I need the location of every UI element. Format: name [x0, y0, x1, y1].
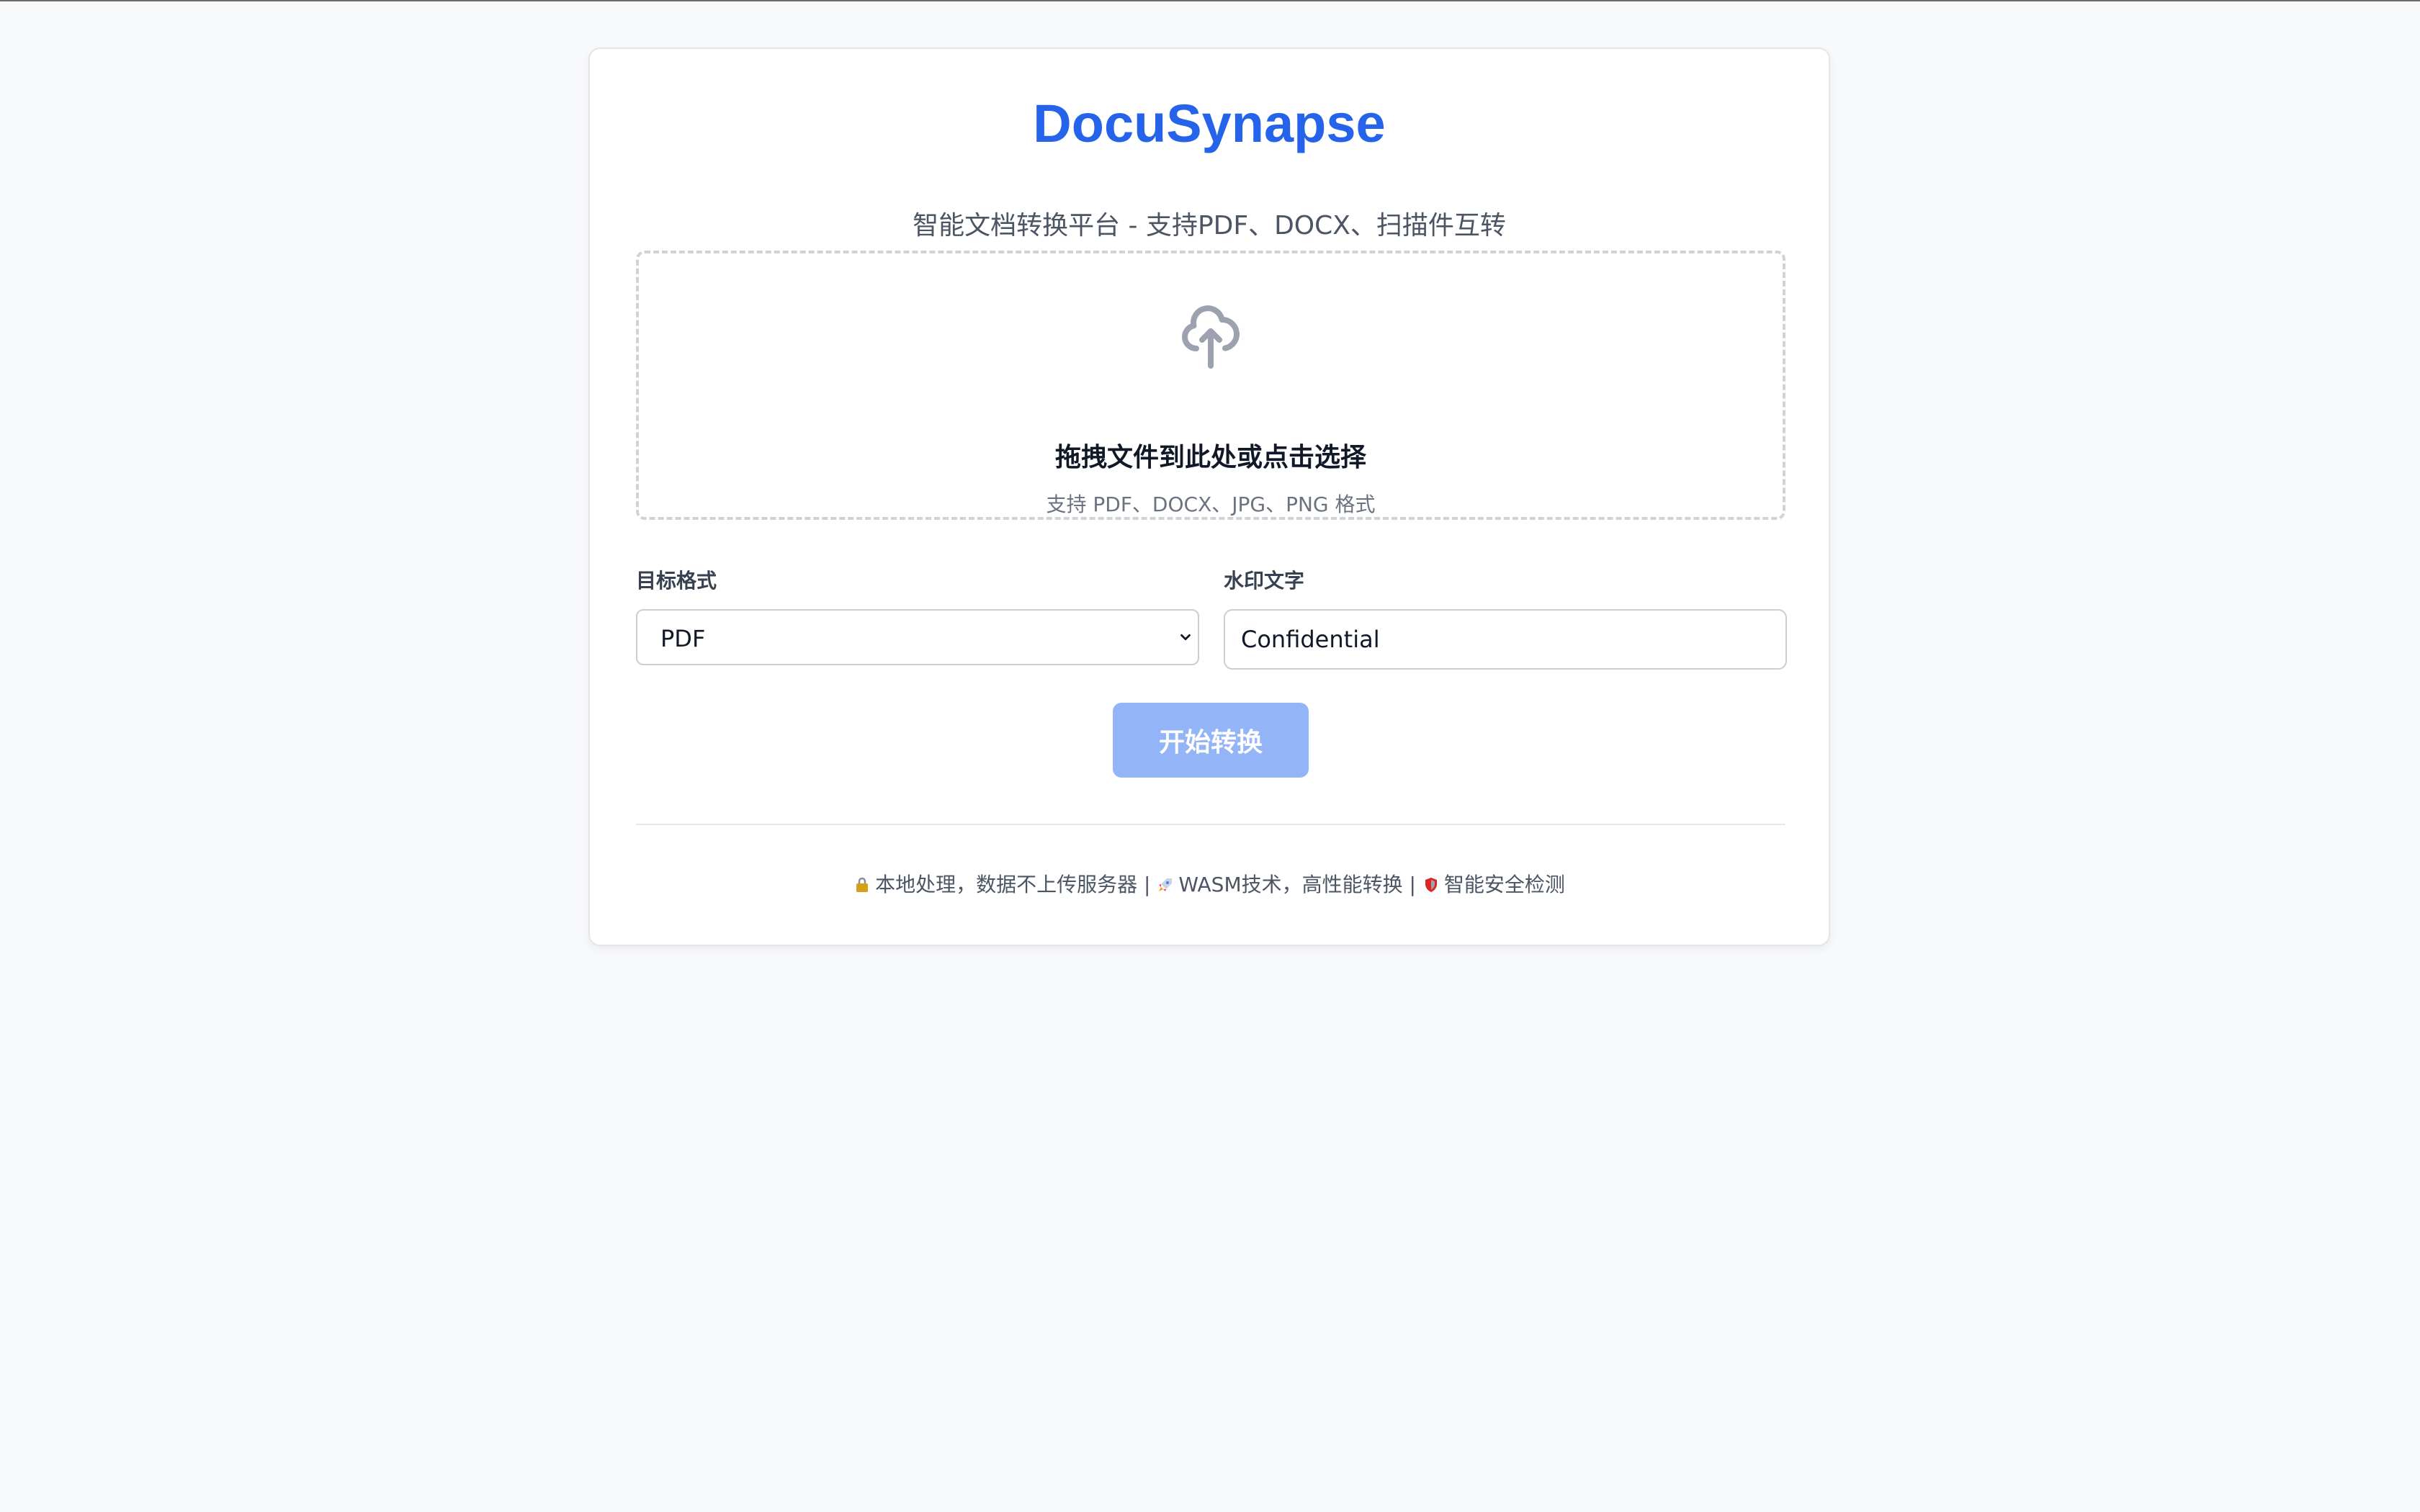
target-format-select[interactable]: PDF — [636, 609, 1199, 665]
local-processing-text: 本地处理，数据不上传服务器 — [875, 873, 1138, 896]
footer-separator: | — [1144, 873, 1151, 896]
chevron-down-icon — [1180, 634, 1191, 641]
watermark-label: 水印文字 — [1224, 569, 1305, 593]
converter-card: DocuSynapse 智能文档转换平台 - 支持PDF、DOCX、扫描件互转 … — [588, 48, 1830, 946]
target-format-label: 目标格式 — [636, 569, 717, 593]
footer-separator: | — [1409, 873, 1416, 896]
lock-icon — [856, 877, 869, 892]
app-title: DocuSynapse — [1033, 94, 1386, 153]
dropzone-hint: 支持 PDF、DOCX、JPG、PNG 格式 — [1046, 492, 1376, 516]
dropzone-title: 拖拽文件到此处或点击选择 — [1054, 443, 1366, 472]
start-convert-button[interactable]: 开始转换 — [1113, 703, 1309, 778]
shield-icon — [1425, 878, 1437, 892]
app-subtitle: 智能文档转换平台 - 支持PDF、DOCX、扫描件互转 — [913, 211, 1506, 240]
watermark-input[interactable] — [1224, 609, 1787, 670]
cloud-upload-icon — [1182, 305, 1240, 369]
wasm-text: WASM技术，高性能转换 — [1178, 873, 1403, 896]
footer-features: 本地处理，数据不上传服务器 | WASM技术，高性能转换 | 智能安全检测 — [590, 873, 1829, 897]
divider — [636, 824, 1785, 825]
rocket-icon — [1159, 878, 1173, 891]
file-dropzone[interactable]: 拖拽文件到此处或点击选择 支持 PDF、DOCX、JPG、PNG 格式 — [636, 251, 1785, 520]
security-text: 智能安全检测 — [1443, 873, 1565, 896]
target-format-value: PDF — [660, 625, 706, 652]
